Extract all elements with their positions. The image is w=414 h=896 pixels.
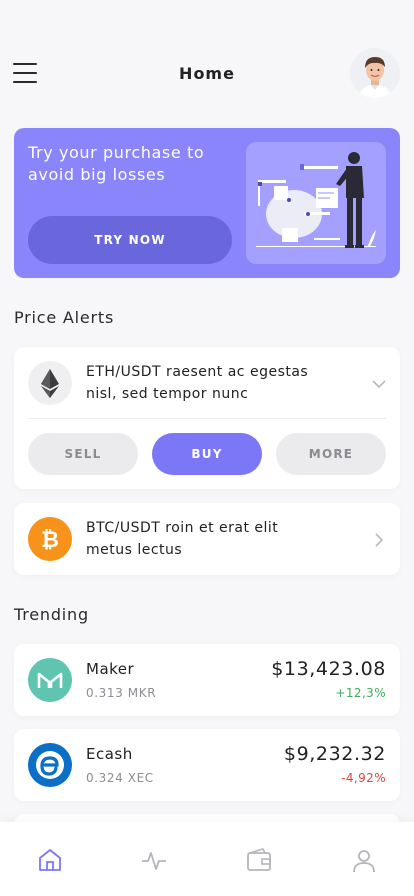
maker-icon: [28, 658, 72, 702]
trending-title: Trending: [14, 605, 89, 624]
coin-change: -4,92%: [341, 771, 386, 785]
divider: [28, 418, 386, 419]
chevron-down-icon[interactable]: [372, 376, 386, 390]
price-alert-card-btc[interactable]: ₿ BTC/USDT roin et erat elit metus lectu…: [14, 503, 400, 575]
more-button[interactable]: MORE: [276, 433, 386, 475]
avatar[interactable]: [350, 48, 400, 98]
coin-amount: 0.313 MKR: [86, 686, 157, 700]
trending-item-maker[interactable]: Maker 0.313 MKR $13,423.08 +12,3%: [14, 644, 400, 716]
coin-price: $9,232.32: [283, 743, 386, 765]
coin-price: $13,423.08: [271, 658, 386, 680]
price-alert-line2: nisl, sed tempor nunc: [86, 386, 249, 402]
ethereum-icon: [28, 361, 72, 405]
price-alert-text: BTC/USDT roin et erat elit metus lectus: [86, 517, 278, 561]
coin-change: +12,3%: [335, 686, 386, 700]
ecash-icon: [28, 743, 72, 787]
sell-button[interactable]: SELL: [28, 433, 138, 475]
coin-amount: 0.324 XEC: [86, 771, 154, 785]
svg-text:₿: ₿: [41, 528, 59, 553]
buy-button[interactable]: BUY: [152, 433, 262, 475]
trending-item-ecash[interactable]: Ecash 0.324 XEC $9,232.32 -4,92%: [14, 729, 400, 801]
chevron-right-icon[interactable]: [372, 532, 386, 547]
price-alerts-title: Price Alerts: [14, 308, 115, 327]
promo-text: Try your purchase to avoid big losses: [28, 143, 205, 184]
price-alert-line1: BTC/USDT roin et erat elit: [86, 520, 279, 536]
activity-icon[interactable]: [140, 846, 168, 874]
price-alert-line2: metus lectus: [86, 542, 183, 558]
profile-icon[interactable]: [350, 846, 378, 874]
price-alert-text: ETH/USDT raesent ac egestas nisl, sed te…: [86, 361, 308, 405]
try-now-button[interactable]: TRY NOW: [28, 216, 232, 264]
home-icon[interactable]: [36, 846, 64, 874]
promo-banner: Try your purchase to avoid big losses TR…: [14, 128, 400, 278]
bottom-tab-bar: [0, 822, 414, 896]
wallet-icon[interactable]: [245, 846, 273, 874]
price-alert-line1: ETH/USDT raesent ac egestas: [86, 364, 309, 380]
coin-name: Maker: [86, 660, 135, 678]
promo-illustration: [246, 142, 386, 264]
coin-name: Ecash: [86, 745, 133, 763]
bitcoin-icon: ₿: [28, 517, 72, 561]
